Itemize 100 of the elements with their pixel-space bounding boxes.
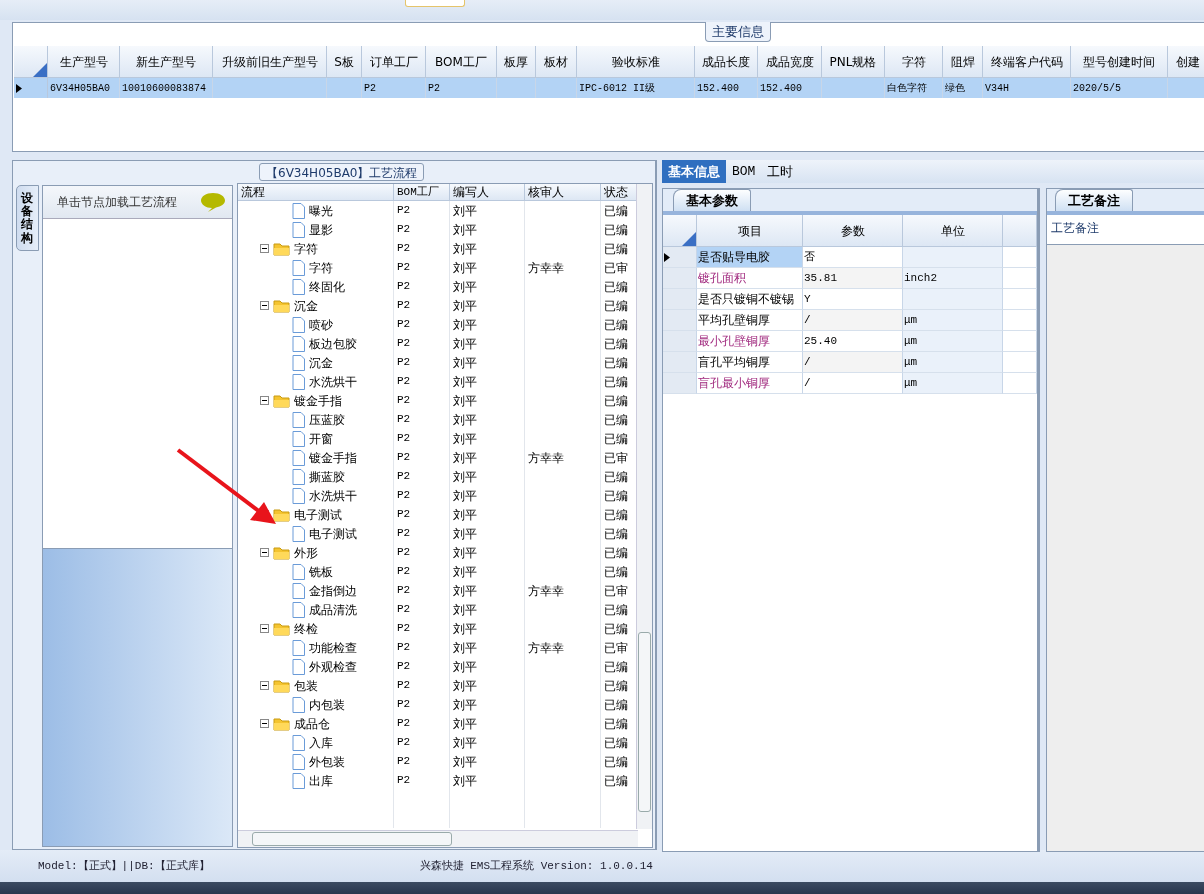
tree-label: 撕蓝胶 [309, 468, 345, 486]
column-header[interactable]: 单位 [903, 215, 1003, 247]
table-cell-text: P2 [397, 222, 411, 238]
panel-title: 【6V34H05BA0】工艺流程 [259, 163, 425, 181]
panel-tab[interactable]: 工艺备注 [1055, 188, 1133, 211]
table-row[interactable]: 镀孔面积 35.81 inch2 [663, 268, 1037, 289]
column-header[interactable]: 验收标准 [577, 46, 695, 78]
expander-icon[interactable] [260, 624, 269, 633]
column-header[interactable]: 字符 [885, 46, 943, 78]
row-header[interactable] [663, 247, 697, 268]
table-cell-text: 已编 [604, 221, 628, 239]
expander-icon[interactable] [260, 681, 269, 690]
expander-icon[interactable] [260, 244, 269, 253]
column-header[interactable]: 新生产型号 [120, 46, 213, 78]
table-cell-text: 已编 [604, 392, 628, 410]
table-cell-text: 152.400 [697, 81, 739, 96]
tree-label: 开窗 [309, 430, 333, 448]
table-row[interactable]: 6V34H05BA0 10010600083874 P2 P2 IPC-6012 II级 152.400 152.400 白色字符 绿色 V34H 2020/5/5 [14, 78, 1204, 98]
table-cell-text: P2 [428, 81, 440, 96]
folder-icon [273, 241, 290, 256]
table-cell-text: P2 [397, 431, 411, 447]
group-title: 主要信息 [705, 22, 771, 42]
column-header[interactable]: 成品长度 [695, 46, 758, 78]
expander-icon[interactable] [260, 719, 269, 728]
table-cell-text: P2 [397, 659, 411, 675]
column-header[interactable]: 板材 [536, 46, 577, 78]
column-header[interactable]: 生产型号 [48, 46, 120, 78]
table-cell-text: 刘平 [453, 392, 477, 410]
table-cell: μm [903, 310, 1003, 331]
column-header[interactable]: 阻焊 [943, 46, 983, 78]
table-row[interactable]: 盲孔平均铜厚 / μm [663, 352, 1037, 373]
panel-tab[interactable]: 基本参数 [673, 188, 751, 211]
column-header[interactable]: 订单工厂 [362, 46, 426, 78]
table-cell: μm [903, 331, 1003, 352]
table-cell-text: 已编 [604, 696, 628, 714]
column-header[interactable]: 终端客户代码 [983, 46, 1071, 78]
table-cell-text: 刘平 [453, 544, 477, 562]
tab[interactable]: 基本信息 [662, 160, 726, 183]
document-icon [292, 316, 305, 333]
column-header[interactable]: 状态 [601, 184, 638, 201]
expander-icon[interactable] [260, 301, 269, 310]
side-tab[interactable]: 设备结构 [16, 185, 39, 251]
table-cell-text: P2 [397, 298, 411, 314]
table-cell-text: 已编 [604, 753, 628, 771]
column-header[interactable]: 项目 [697, 215, 803, 247]
table-cell-text: 已编 [604, 772, 628, 790]
table-cell-text: 方幸幸 [528, 259, 564, 277]
table-cell-text: P2 [397, 621, 411, 637]
table-cell-text: 刘平 [453, 297, 477, 315]
horizontal-scrollbar[interactable] [238, 830, 638, 847]
table-cell-text: P2 [397, 203, 411, 219]
table-row[interactable]: 是否贴导电胶 否 [663, 247, 1037, 268]
table-row[interactable]: 最小孔壁铜厚 25.40 μm [663, 331, 1037, 352]
column-header[interactable]: 流程 [238, 184, 394, 201]
table-cell-text: P2 [397, 583, 411, 599]
table-cell-text: 已审 [604, 582, 628, 600]
table-cell-text: P2 [397, 469, 411, 485]
toolbar-button[interactable] [405, 0, 465, 7]
hint-text: 单击节点加载工艺流程 [57, 194, 177, 211]
column-header[interactable]: 核审人 [525, 184, 601, 201]
table-row[interactable]: 盲孔最小铜厚 / μm [663, 373, 1037, 394]
tree-label: 外观检查 [309, 658, 357, 676]
table-cell-text: P2 [397, 773, 411, 789]
tab[interactable]: BOM [726, 160, 762, 183]
column-header[interactable]: 成品宽度 [758, 46, 822, 78]
column-header[interactable]: 升级前旧生产型号 [213, 46, 327, 78]
column-header[interactable]: BOM工厂 [394, 184, 450, 201]
column-header[interactable] [1003, 215, 1037, 247]
table-cell-text: P2 [397, 393, 411, 409]
expander-icon[interactable] [260, 396, 269, 405]
vertical-scrollbar[interactable] [636, 184, 652, 829]
table-cell-text: 已编 [604, 715, 628, 733]
table-cell-text: P2 [397, 336, 411, 352]
table-cell-text: P2 [397, 317, 411, 333]
table-cell-text: 刘平 [453, 411, 477, 429]
column-header[interactable]: 型号创建时间 [1071, 46, 1168, 78]
table-cell-text: 已编 [604, 316, 628, 334]
column-header[interactable]: 编写人 [450, 184, 525, 201]
table-cell-text: P2 [364, 81, 376, 96]
folder-icon [273, 545, 290, 560]
expander-icon[interactable] [260, 548, 269, 557]
column-header[interactable]: 参数 [803, 215, 903, 247]
column-header[interactable]: BOM工厂 [426, 46, 497, 78]
table-cell-text: 刘平 [453, 430, 477, 448]
column-header[interactable]: 创建 [1168, 46, 1204, 78]
tab[interactable]: 工时 [761, 160, 800, 183]
column-header[interactable]: 板厚 [497, 46, 536, 78]
table-cell-text: 刘平 [453, 373, 477, 391]
table-cell-text: 方幸幸 [528, 582, 564, 600]
table-cell-text: 2020/5/5 [1073, 81, 1121, 96]
table-cell-text: 刘平 [453, 354, 477, 372]
table-cell-text: 已编 [604, 354, 628, 372]
table-cell: 是否贴导电胶 [697, 247, 803, 268]
table-cell-text: 已编 [604, 468, 628, 486]
table-row[interactable]: 平均孔壁铜厚 / μm [663, 310, 1037, 331]
column-header[interactable]: PNL规格 [822, 46, 885, 78]
table-cell-text: P2 [397, 279, 411, 295]
column-header[interactable]: S板 [327, 46, 362, 78]
tree-label: 入库 [309, 734, 333, 752]
table-row[interactable]: 是否只镀铜不镀锡 Y [663, 289, 1037, 310]
